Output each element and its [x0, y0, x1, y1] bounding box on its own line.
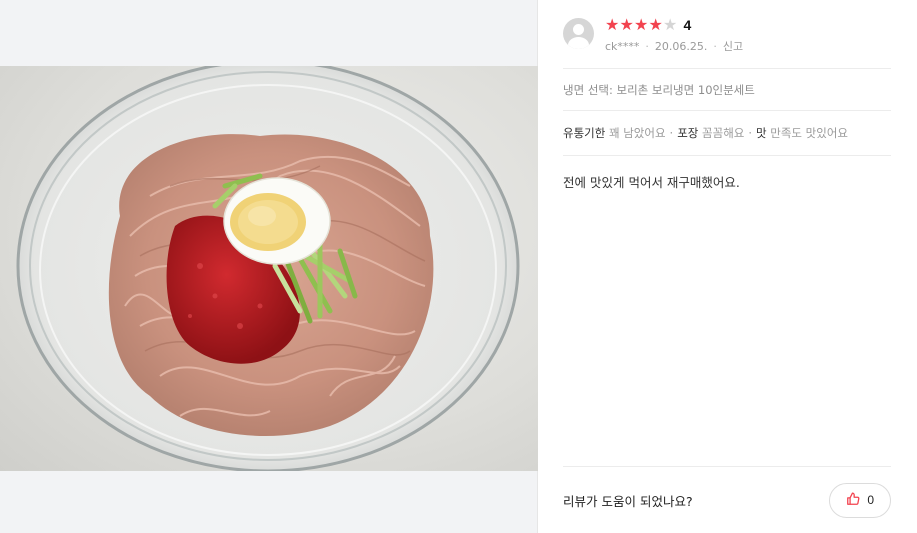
separator: · — [645, 39, 649, 53]
purchase-option-text: 냉면 선택: 보리촌 보리냉면 10인분세트 — [563, 82, 755, 97]
review-header: ★ ★ ★ ★ ★ 4 ck**** · 20.06.25. · 신고 — [563, 0, 891, 69]
review-viewer: ★ ★ ★ ★ ★ 4 ck**** · 20.06.25. · 신고 냉면 선… — [0, 0, 917, 533]
photo-panel — [0, 0, 538, 533]
summary-value-expiry: 꽤 남았어요 — [608, 126, 666, 140]
review-meta: ★ ★ ★ ★ ★ 4 ck**** · 20.06.25. · 신고 — [605, 16, 743, 54]
like-count: 0 — [867, 493, 874, 507]
separator: · — [748, 126, 753, 140]
avatar — [563, 18, 594, 49]
summary-key-packaging: 포장 — [677, 126, 699, 140]
summary-value-taste: 만족도 맛있어요 — [770, 126, 848, 140]
review-info: ck**** · 20.06.25. · 신고 — [605, 38, 743, 54]
helpful-like-button[interactable]: 0 — [829, 482, 891, 518]
summary-key-taste: 맛 — [756, 126, 767, 140]
separator: · — [669, 126, 674, 140]
separator: · — [713, 39, 717, 53]
report-link[interactable]: 신고 — [723, 38, 743, 54]
review-body: 전에 맛있게 먹어서 재구매했어요. — [563, 175, 740, 190]
star-icon: ★ — [605, 15, 620, 34]
review-photo[interactable] — [0, 66, 538, 471]
rating-stars: ★ ★ ★ ★ ★ 4 — [605, 16, 743, 34]
thumbs-up-icon — [846, 491, 860, 510]
purchase-option: 냉면 선택: 보리촌 보리냉면 10인분세트 — [563, 69, 891, 111]
star-icon: ★ — [648, 15, 663, 34]
review-date: 20.06.25. — [654, 39, 708, 53]
review-panel: ★ ★ ★ ★ ★ 4 ck**** · 20.06.25. · 신고 냉면 선… — [538, 0, 917, 533]
summary-value-packaging: 꼼꼼해요 — [702, 126, 745, 140]
review-footer: 리뷰가 도움이 되었나요? 0 — [563, 466, 891, 533]
star-icon: ★ — [619, 15, 634, 34]
star-icon: ★ — [663, 15, 678, 34]
reviewer-id: ck**** — [605, 39, 640, 53]
star-icon: ★ — [634, 15, 649, 34]
summary-key-expiry: 유통기한 — [563, 126, 606, 140]
rating-score: 4 — [683, 17, 692, 33]
review-summary: 유통기한 꽤 남았어요 · 포장 꼼꼼해요 · 맛 만족도 맛있어요 — [563, 111, 891, 156]
helpful-question: 리뷰가 도움이 되었나요? — [563, 493, 693, 509]
naengmyeon-bowl-image — [16, 66, 520, 471]
